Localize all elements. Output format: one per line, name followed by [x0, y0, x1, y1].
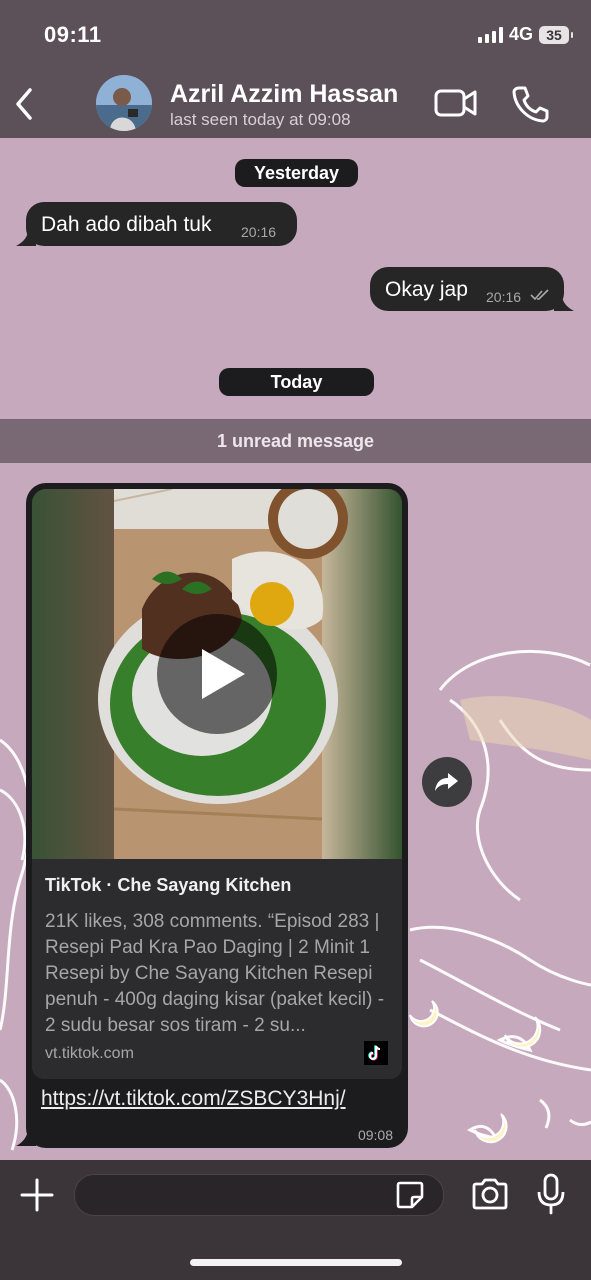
signal-icon	[477, 26, 503, 43]
battery-icon: 35	[539, 25, 573, 44]
back-button[interactable]	[10, 84, 42, 124]
camera-button[interactable]	[470, 1176, 510, 1212]
network-type: 4G	[508, 24, 533, 44]
preview-title: TikTok · Che Sayang Kitchen	[45, 875, 292, 895]
tiktok-icon	[364, 1041, 388, 1065]
attach-button[interactable]	[18, 1176, 56, 1214]
message-time: 09:08	[357, 1127, 393, 1143]
video-call-button[interactable]	[434, 86, 478, 120]
contact-name[interactable]: Azril Azzim Hassan	[170, 80, 398, 109]
video-thumbnail[interactable]	[32, 489, 402, 859]
message-bubble-incoming[interactable]: Dah ado dibah tuk 20:16	[16, 202, 297, 246]
sticker-button[interactable]	[394, 1179, 426, 1211]
unread-banner: 1 unread message	[0, 419, 591, 463]
voice-call-button[interactable]	[510, 84, 550, 124]
link-message-bubble[interactable]: TikTok · Che Sayang Kitchen 21K likes, 3…	[16, 483, 408, 1148]
message-link-url[interactable]: https://vt.tiktok.com/ZSBCY3Hnj/	[41, 1087, 346, 1111]
message-text: Dah ado dibah tuk	[41, 213, 212, 236]
video-camera-icon	[434, 89, 477, 117]
message-input[interactable]	[74, 1174, 444, 1216]
date-chip-today: Today	[219, 368, 374, 396]
bubble-tail	[16, 230, 36, 246]
camera-icon	[472, 1178, 508, 1210]
date-chip-yesterday: Yesterday	[235, 159, 358, 187]
food-thumbnail	[32, 489, 402, 859]
bubble-tail	[554, 295, 574, 311]
chevron-left-icon	[16, 88, 32, 120]
link-preview-card[interactable]: TikTok · Che Sayang Kitchen 21K likes, 3…	[32, 859, 402, 1079]
plus-icon	[20, 1178, 54, 1212]
message-text: Okay jap	[385, 278, 468, 301]
sticker-icon	[396, 1181, 424, 1209]
read-receipt-icon	[530, 289, 549, 301]
avatar-photo	[96, 75, 152, 131]
chat-header: 09:11 4G 35 Azril Azzim Hassan last seen…	[0, 0, 591, 138]
battery-level: 35	[546, 26, 562, 43]
preview-description: 21K likes, 308 comments. “Episod 283 | R…	[45, 911, 385, 1036]
phone-icon	[512, 86, 549, 123]
microphone-icon	[537, 1173, 565, 1215]
avatar[interactable]	[96, 75, 152, 131]
home-indicator[interactable]	[190, 1259, 402, 1266]
microphone-button[interactable]	[536, 1172, 566, 1216]
share-button[interactable]	[422, 757, 472, 807]
message-bubble-outgoing[interactable]: Okay jap 20:16	[370, 267, 574, 311]
message-time: 20:16	[486, 289, 522, 305]
status-indicators: 4G 35	[477, 24, 573, 45]
status-time: 09:11	[44, 22, 102, 47]
last-seen-status: last seen today at 09:08	[170, 110, 351, 129]
composer-bar	[0, 1160, 591, 1280]
bubble-tail	[16, 1128, 36, 1146]
message-time: 20:16	[241, 224, 277, 240]
preview-domain: vt.tiktok.com	[45, 1045, 134, 1062]
share-forward-icon	[435, 773, 458, 791]
